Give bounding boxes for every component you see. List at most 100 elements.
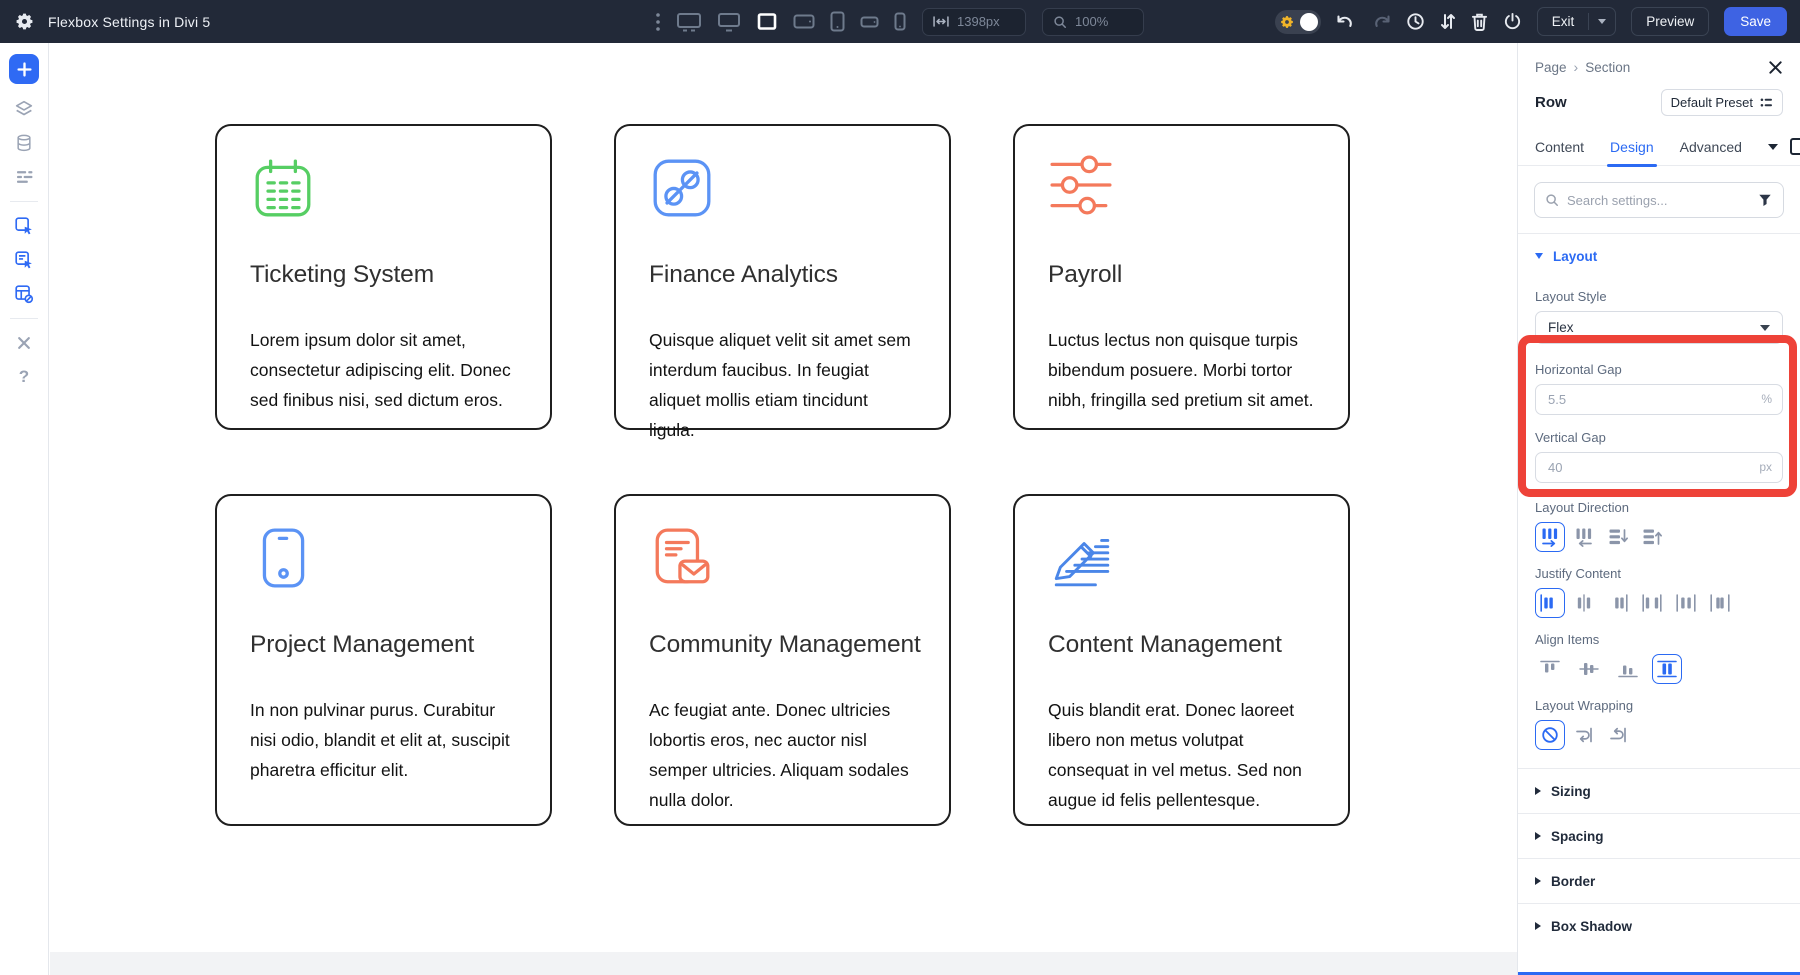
breadcrumb-page[interactable]: Page <box>1535 60 1567 75</box>
device-desktop-icon[interactable] <box>717 12 741 32</box>
horizontal-gap-unit: % <box>1761 392 1772 406</box>
exit-dropdown-button[interactable] <box>1588 13 1615 30</box>
save-button[interactable]: Save <box>1724 7 1787 36</box>
device-tablet-portrait-icon[interactable] <box>830 11 845 32</box>
width-arrows-icon <box>933 16 949 27</box>
undo-icon[interactable] <box>1336 14 1356 30</box>
exit-button-group: Exit <box>1537 7 1617 36</box>
justify-space-evenly-button[interactable] <box>1705 588 1735 618</box>
tab-content[interactable]: Content <box>1535 128 1584 166</box>
direction-row-button[interactable] <box>1535 522 1565 552</box>
breadcrumb-section[interactable]: Section <box>1585 60 1630 75</box>
justify-center-button[interactable] <box>1569 588 1599 618</box>
device-phone-landscape-icon[interactable] <box>860 16 879 28</box>
justify-content-label: Justify Content <box>1535 566 1783 581</box>
top-toolbar: Flexbox Settings in Divi 5 <box>0 0 1800 43</box>
justify-end-button[interactable] <box>1603 588 1633 618</box>
card-body: Ac feugiat ante. Donec ultricies loborti… <box>649 695 916 815</box>
layers-icon[interactable] <box>7 94 41 124</box>
align-center-button[interactable] <box>1574 654 1604 684</box>
direction-column-button[interactable] <box>1603 522 1633 552</box>
direction-column-reverse-button[interactable] <box>1637 522 1667 552</box>
tab-advanced[interactable]: Advanced <box>1680 128 1742 166</box>
wireframe-view-icon[interactable] <box>7 279 41 309</box>
card-body: Quisque aliquet velit sit amet sem inter… <box>649 325 916 445</box>
device-laptop-icon[interactable] <box>756 12 778 31</box>
layout-direction-options <box>1535 522 1783 552</box>
device-phone-portrait-icon[interactable] <box>894 12 906 31</box>
canvas-scrollbar-track[interactable] <box>50 952 1518 975</box>
card-project-management[interactable]: Project Management In non pulvinar purus… <box>215 494 552 826</box>
element-title-row: Row Default Preset <box>1518 83 1800 128</box>
card-title: Project Management <box>250 631 517 659</box>
wrap-reverse-button[interactable] <box>1603 720 1633 750</box>
responsive-device-group <box>676 11 906 32</box>
builder-mode-toggle[interactable] <box>1275 10 1321 34</box>
filter-funnel-icon[interactable] <box>1758 193 1772 207</box>
canvas-zoom-input[interactable] <box>1075 14 1133 29</box>
card-ticketing-system[interactable]: Ticketing System Lorem ipsum dolor sit a… <box>215 124 552 430</box>
history-clock-icon[interactable] <box>1406 12 1425 31</box>
tabs-dropdown-icon[interactable] <box>1768 144 1778 150</box>
add-module-button[interactable] <box>9 54 39 84</box>
vertical-gap-input[interactable] <box>1535 452 1783 483</box>
justify-space-between-button[interactable] <box>1637 588 1667 618</box>
section-header-spacing[interactable]: Spacing <box>1518 813 1800 858</box>
canvas-width-input[interactable] <box>957 14 1015 29</box>
horizontal-gap-input[interactable] <box>1535 384 1783 415</box>
wrap-button[interactable] <box>1569 720 1599 750</box>
tab-design[interactable]: Design <box>1610 128 1654 166</box>
default-preset-button[interactable]: Default Preset <box>1661 89 1783 116</box>
layout-wrapping-options <box>1535 720 1783 750</box>
section-header-box-shadow[interactable]: Box Shadow <box>1518 903 1800 948</box>
card-body: Lorem ipsum dolor sit amet, consectetur … <box>250 325 517 415</box>
caret-right-icon <box>1535 832 1541 840</box>
caret-down-icon <box>1535 253 1543 259</box>
tools-icon[interactable] <box>7 328 41 358</box>
direction-row-reverse-button[interactable] <box>1569 522 1599 552</box>
search-settings-input[interactable] <box>1535 193 1783 208</box>
help-icon[interactable]: ? <box>7 362 41 392</box>
canvas-zoom-field <box>1042 8 1144 36</box>
trash-icon[interactable] <box>1471 12 1488 31</box>
database-icon[interactable] <box>7 128 41 158</box>
search-icon <box>1545 193 1559 207</box>
section-header-layout[interactable]: Layout <box>1518 233 1800 278</box>
insert-section-icon[interactable] <box>7 245 41 275</box>
card-community-management[interactable]: Community Management Ac feugiat ante. Do… <box>614 494 951 826</box>
close-icon[interactable] <box>1768 60 1783 75</box>
portability-power-icon[interactable] <box>1503 12 1522 31</box>
settings-gear-icon[interactable] <box>15 12 34 31</box>
redo-icon[interactable] <box>1371 14 1391 30</box>
justify-content-options <box>1535 588 1783 618</box>
card-content-management[interactable]: Content Management Quis blandit erat. Do… <box>1013 494 1350 826</box>
section-header-border[interactable]: Border <box>1518 858 1800 903</box>
card-finance-analytics[interactable]: Finance Analytics Quisque aliquet velit … <box>614 124 951 430</box>
align-start-button[interactable] <box>1535 654 1565 684</box>
caret-right-icon <box>1535 877 1541 885</box>
expand-panel-icon[interactable] <box>1790 138 1800 155</box>
caret-right-icon <box>1535 922 1541 930</box>
more-options-icon[interactable] <box>656 13 660 31</box>
justify-start-button[interactable] <box>1535 588 1565 618</box>
preview-button[interactable]: Preview <box>1631 7 1709 36</box>
toolbar-center <box>656 8 1144 36</box>
device-tablet-landscape-icon[interactable] <box>793 14 815 29</box>
settings-tabs: Content Design Advanced <box>1518 128 1800 166</box>
card-payroll[interactable]: Payroll Luctus lectus non quisque turpis… <box>1013 124 1350 430</box>
justify-space-around-button[interactable] <box>1671 588 1701 618</box>
sort-arrows-icon[interactable] <box>1440 12 1456 31</box>
calendar-icon <box>250 155 517 221</box>
align-stretch-button[interactable] <box>1652 654 1682 684</box>
device-desktop-large-icon[interactable] <box>676 12 702 32</box>
card-body: Quis blandit erat. Donec laoreet libero … <box>1048 695 1315 815</box>
section-header-sizing[interactable]: Sizing <box>1518 768 1800 813</box>
wrap-none-button[interactable] <box>1535 720 1565 750</box>
rows-list-icon[interactable] <box>7 162 41 192</box>
layout-style-select[interactable]: Flex <box>1535 311 1783 344</box>
card-title: Content Management <box>1048 631 1315 659</box>
exit-button[interactable]: Exit <box>1538 8 1589 35</box>
insert-row-icon[interactable] <box>7 211 41 241</box>
align-end-button[interactable] <box>1613 654 1643 684</box>
align-items-options <box>1535 654 1783 684</box>
